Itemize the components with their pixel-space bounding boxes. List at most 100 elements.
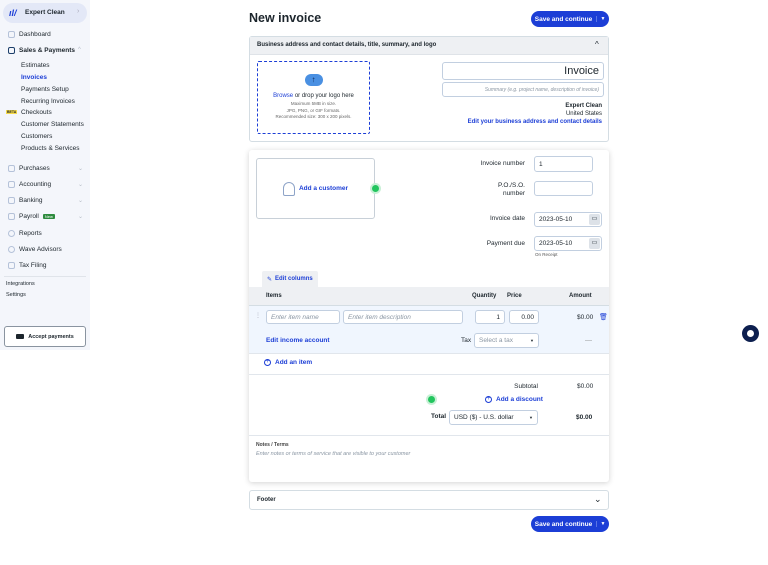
payment-due-input[interactable]: 2023-05-10 ▭ — [534, 236, 602, 251]
dashboard-icon — [8, 31, 15, 38]
sidebar-item-advisors[interactable]: Wave Advisors — [8, 246, 62, 253]
notes-input[interactable]: Enter notes or terms of service that are… — [256, 451, 596, 463]
label: Purchases — [19, 165, 50, 172]
chevron-up-icon: ^ — [78, 47, 81, 53]
invoice-title-input[interactable]: Invoice — [442, 62, 604, 80]
chat-icon — [747, 330, 754, 337]
business-name: Expert Clean — [565, 103, 602, 109]
value: 1 — [539, 160, 543, 168]
person-icon — [8, 246, 15, 253]
business-name: Expert Clean — [25, 9, 65, 16]
sidebar-item-accounting[interactable]: Accounting — [8, 181, 51, 188]
placeholder: Summary (e.g. project name, description … — [484, 86, 599, 93]
sidebar-sub-payments-setup[interactable]: Payments Setup — [21, 86, 69, 93]
chevron-down-icon: ⌄ — [594, 494, 602, 504]
sidebar-sub-recurring[interactable]: Recurring Invoices — [21, 98, 75, 105]
card-icon — [16, 334, 25, 339]
label: Payroll — [19, 213, 39, 220]
chat-button[interactable] — [742, 325, 759, 342]
save-continue-button[interactable]: Save and continue ▼ — [531, 11, 609, 27]
divider — [4, 276, 86, 277]
accounting-icon — [8, 181, 15, 188]
label: Save and continue — [534, 15, 593, 23]
tax-amount: — — [585, 337, 592, 344]
value: 2023-05-10 — [539, 216, 573, 223]
tax-icon — [8, 262, 15, 269]
calendar-icon[interactable]: ▭ — [589, 238, 600, 249]
subtotal-label: Subtotal — [514, 383, 538, 390]
sidebar-item-reports[interactable]: Reports — [8, 230, 42, 237]
sidebar-item-purchases[interactable]: Purchases — [8, 165, 50, 172]
edit-columns-button[interactable]: ✎ Edit columns — [262, 271, 318, 287]
hint: Recommended size: 300 x 200 pixels. — [275, 114, 352, 119]
label: Reports — [19, 230, 42, 237]
caret-down-icon: ▼ — [529, 415, 533, 420]
sidebar-item-sales[interactable]: Sales & Payments — [8, 47, 75, 54]
trash-icon[interactable]: 🗑 — [599, 313, 608, 321]
sidebar-sub-checkouts[interactable]: Checkouts — [21, 109, 52, 116]
label: Save and continue — [534, 520, 593, 528]
settings-link[interactable]: Settings — [6, 292, 26, 298]
footer-panel[interactable]: Footer ⌄ — [249, 490, 609, 510]
quantity-input[interactable]: 1 — [475, 310, 505, 324]
items-header: Items Quantity Price Amount — [249, 287, 609, 306]
drag-handle-icon[interactable]: ⋮ — [255, 312, 261, 319]
business-country: United States — [565, 111, 602, 117]
save-continue-button-bottom[interactable]: Save and continue ▼ — [531, 516, 609, 532]
caret-down-icon[interactable]: ▼ — [596, 521, 609, 527]
label: Wave Advisors — [19, 246, 62, 253]
po-input[interactable] — [534, 181, 593, 196]
sidebar: ıl/ Expert Clean › Dashboard Sales & Pay… — [0, 0, 90, 350]
item-row: ⋮ Enter item name Enter item description… — [249, 306, 609, 354]
edit-business-link[interactable]: Edit your business address and contact d… — [468, 118, 602, 126]
add-discount-button[interactable]: + Add a discount — [485, 396, 543, 403]
status-dot — [428, 396, 435, 403]
pencil-icon: ✎ — [267, 276, 273, 283]
summary-input[interactable]: Summary (e.g. project name, description … — [442, 82, 604, 97]
accept-payments-button[interactable]: Accept payments — [4, 326, 86, 347]
beta-badge: BETA — [6, 110, 18, 114]
sidebar-item-tax[interactable]: Tax Filing — [8, 262, 46, 269]
sidebar-sub-customers[interactable]: Customers — [21, 133, 52, 140]
price-input[interactable]: 0.00 — [509, 310, 539, 324]
browse-link[interactable]: Browse — [273, 93, 293, 99]
caret-down-icon[interactable]: ▼ — [596, 16, 609, 22]
edit-income-account-link[interactable]: Edit income account — [266, 337, 330, 344]
business-panel-header[interactable]: Business address and contact details, ti… — [250, 37, 608, 55]
logo-dropzone[interactable]: ↑ Browse or drop your logo here Maximum … — [257, 61, 370, 134]
wave-logo-icon: ıl/ — [9, 8, 17, 18]
sidebar-item-dashboard[interactable]: Dashboard — [8, 31, 51, 38]
currency-select[interactable]: USD ($) - U.S. dollar ▼ — [449, 410, 538, 425]
invoice-number-input[interactable]: 1 — [534, 156, 593, 172]
label: Banking — [19, 197, 43, 204]
sidebar-sub-products[interactable]: Products & Services — [21, 145, 80, 152]
add-customer-button[interactable]: Add a customer — [256, 158, 375, 219]
sidebar-sub-statements[interactable]: Customer Statements — [21, 121, 84, 128]
item-amount: $0.00 — [577, 314, 594, 321]
item-name-input[interactable]: Enter item name — [266, 310, 340, 324]
chevron-down-icon: ⌄ — [78, 198, 84, 204]
label: Add a customer — [298, 185, 349, 192]
integrations-link[interactable]: Integrations — [6, 281, 35, 287]
chevron-down-icon: ⌄ — [78, 166, 84, 172]
sidebar-item-banking[interactable]: Banking — [8, 197, 43, 204]
panel-title: Business address and contact details, ti… — [257, 42, 437, 48]
invoice-card: Add a customer Invoice number 1 P.O./S.O… — [249, 150, 609, 482]
invoice-date-input[interactable]: 2023-05-10 ▭ — [534, 212, 602, 227]
business-panel: Business address and contact details, ti… — [249, 36, 609, 142]
label: Add an item — [275, 359, 313, 366]
sidebar-sub-estimates[interactable]: Estimates — [21, 62, 50, 69]
page-title: New invoice — [249, 11, 322, 25]
col-price: Price — [507, 293, 522, 299]
tax-select[interactable]: Select a tax ▼ — [474, 333, 539, 348]
sidebar-item-payroll[interactable]: Payroll New — [8, 213, 55, 220]
label: Edit columns — [275, 276, 313, 282]
add-item-button[interactable]: + Add an item — [264, 359, 312, 366]
calendar-icon[interactable]: ▭ — [589, 214, 600, 225]
chevron-down-icon: ⌄ — [78, 182, 84, 188]
business-switcher[interactable]: ıl/ Expert Clean › — [3, 3, 87, 23]
item-description-input[interactable]: Enter item description — [343, 310, 463, 324]
col-quantity: Quantity — [472, 293, 497, 299]
sidebar-sub-invoices[interactable]: Invoices — [21, 74, 47, 81]
label: Accounting — [19, 181, 52, 188]
